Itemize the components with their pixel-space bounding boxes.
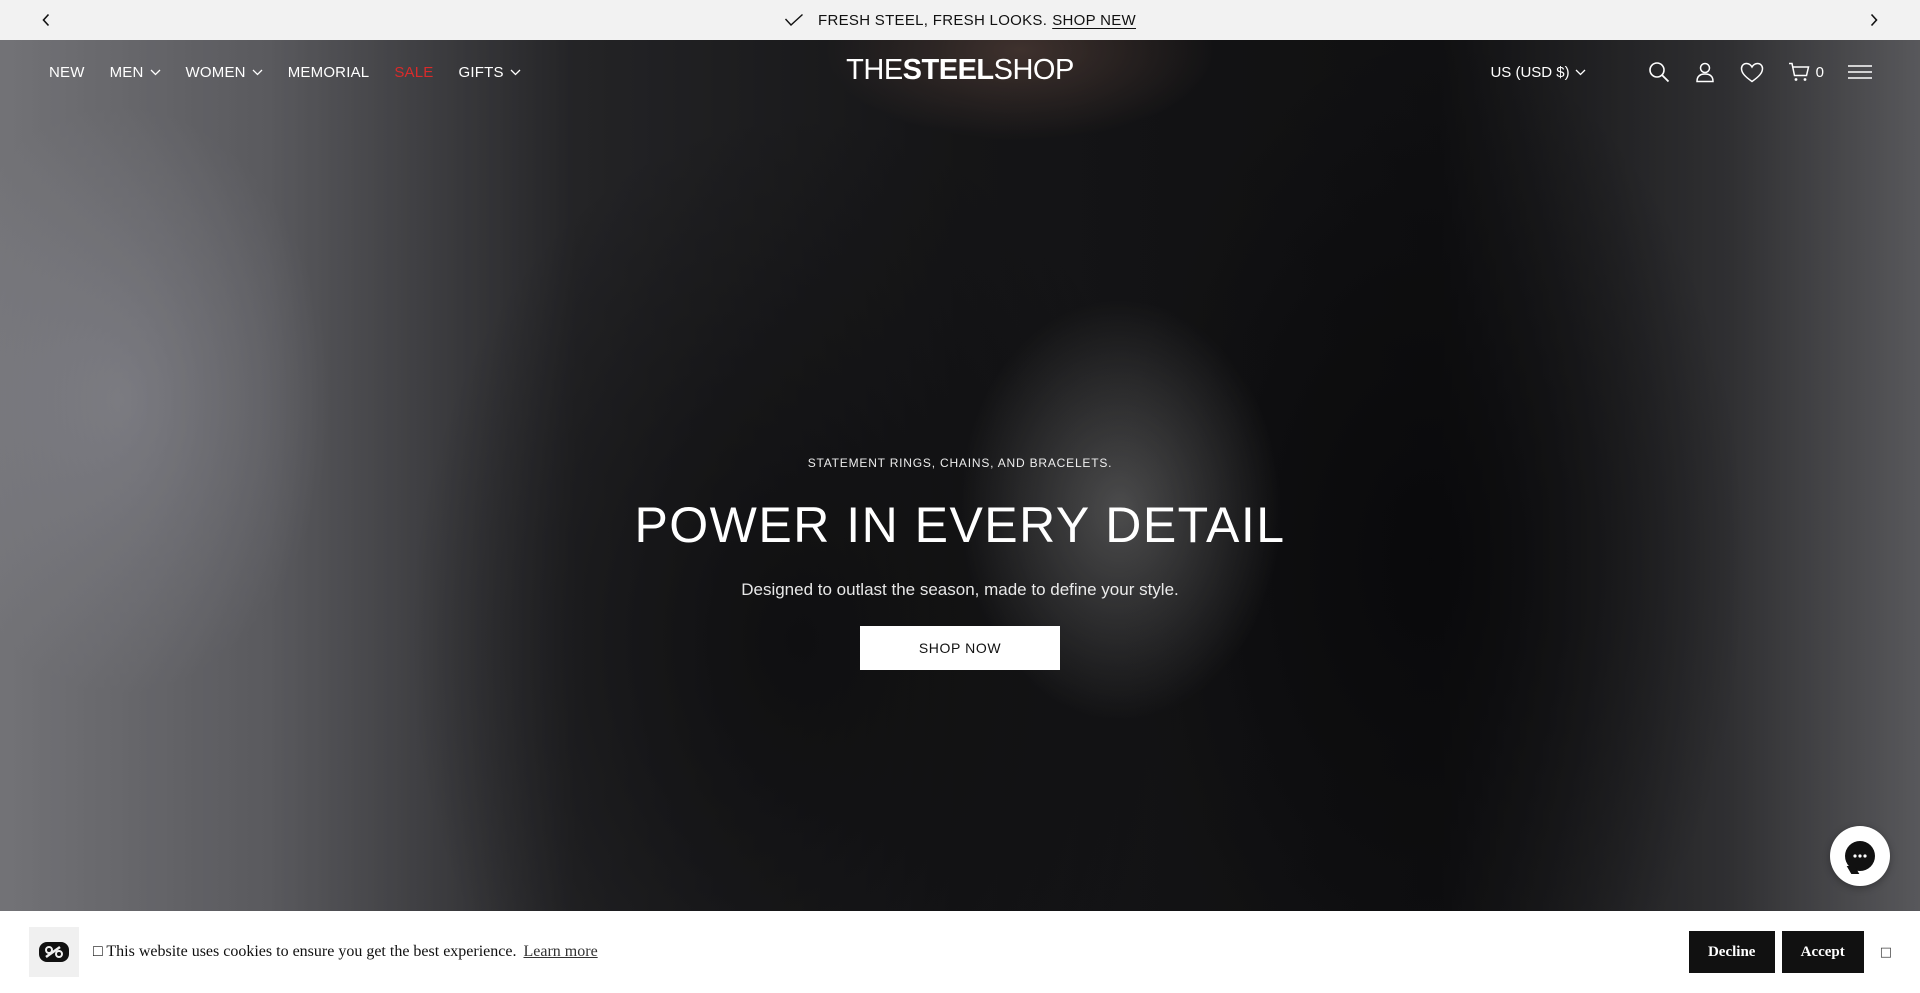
chevron-left-icon (42, 13, 50, 27)
logo-part-shop: SHOP (993, 54, 1075, 86)
chat-widget-button[interactable] (1830, 826, 1890, 886)
announcement-next-button[interactable] (1854, 0, 1894, 40)
nav-item-label: SALE (394, 63, 434, 81)
nav-item-women[interactable]: WOMEN (186, 64, 263, 81)
nav-item-new[interactable]: NEW (49, 64, 85, 81)
cookie-learn-more-link[interactable]: Learn more (523, 943, 597, 961)
logo-part-steel: STEEL (902, 54, 994, 86)
nav-item-label: GIFTS (458, 63, 504, 81)
nav-item-label: MEMORIAL (287, 63, 370, 81)
nav-item-memorial[interactable]: MEMORIAL (288, 64, 370, 81)
cart-button[interactable]: 0 (1788, 62, 1824, 82)
hero-subline: Designed to outlast the season, made to … (741, 580, 1179, 599)
cart-icon (1788, 62, 1810, 81)
nav-item-men[interactable]: MEN (110, 64, 161, 81)
currency-selector[interactable]: US (USD $) (1490, 63, 1586, 81)
announcement-bar: FRESH STEEL, FRESH LOOKS. SHOP NEW (0, 0, 1920, 40)
hero-headline: POWER IN EVERY DETAIL (634, 497, 1286, 553)
chevron-right-icon (1870, 13, 1878, 27)
hero-eyebrow: STATEMENT RINGS, CHAINS, AND BRACELETS. (807, 456, 1113, 470)
cookie-badge (29, 927, 79, 977)
announcement-prev-button[interactable] (26, 0, 66, 40)
announcement-text: FRESH STEEL, FRESH LOOKS. (817, 11, 1048, 29)
cookie-close-icon[interactable]: □ (1880, 945, 1892, 960)
check-icon (784, 13, 804, 27)
currency-label: US (USD $) (1490, 63, 1570, 81)
account-icon[interactable] (1694, 61, 1716, 83)
search-icon[interactable] (1648, 61, 1670, 83)
nav-item-label: WOMEN (185, 63, 246, 81)
nav-item-label: NEW (49, 63, 85, 81)
chat-icon (1845, 841, 1875, 871)
chevron-down-icon (150, 69, 161, 76)
cookie-accept-button[interactable]: Accept (1781, 931, 1864, 973)
header-tools: US (USD $) 0 (1490, 40, 1872, 104)
nav-item-label: MEN (109, 63, 144, 81)
cart-count: 0 (1815, 63, 1824, 81)
nav-item-gifts[interactable]: GIFTS (459, 64, 521, 81)
main-nav: NEW MEN WOMEN MEMORIAL SALE GIFTS (49, 40, 546, 104)
cookie-info-icon: □ (93, 943, 107, 960)
announcement-shop-new-link[interactable]: SHOP NEW (1052, 12, 1136, 29)
privacy-shield-icon (39, 942, 69, 962)
cookie-decline-button[interactable]: Decline (1688, 931, 1775, 973)
nav-item-sale[interactable]: SALE (394, 64, 433, 81)
cookie-banner: □ This website uses cookies to ensure yo… (0, 911, 1920, 993)
hero-content: STATEMENT RINGS, CHAINS, AND BRACELETS. … (0, 456, 1920, 670)
chevron-down-icon (510, 69, 521, 76)
cookie-message: □ This website uses cookies to ensure yo… (93, 943, 516, 961)
logo-part-the: THE (846, 54, 903, 86)
site-header: NEW MEN WOMEN MEMORIAL SALE GIFTS THESTE… (0, 40, 1920, 104)
menu-icon[interactable] (1848, 65, 1872, 79)
cookie-message-text: This website uses cookies to ensure you … (106, 943, 517, 960)
chevron-down-icon (1575, 69, 1586, 76)
wishlist-icon[interactable] (1740, 62, 1764, 83)
chevron-down-icon (252, 69, 263, 76)
logo-link[interactable]: THESTEELSHOP (846, 54, 1074, 86)
shop-now-button[interactable]: SHOP NOW (860, 626, 1060, 670)
